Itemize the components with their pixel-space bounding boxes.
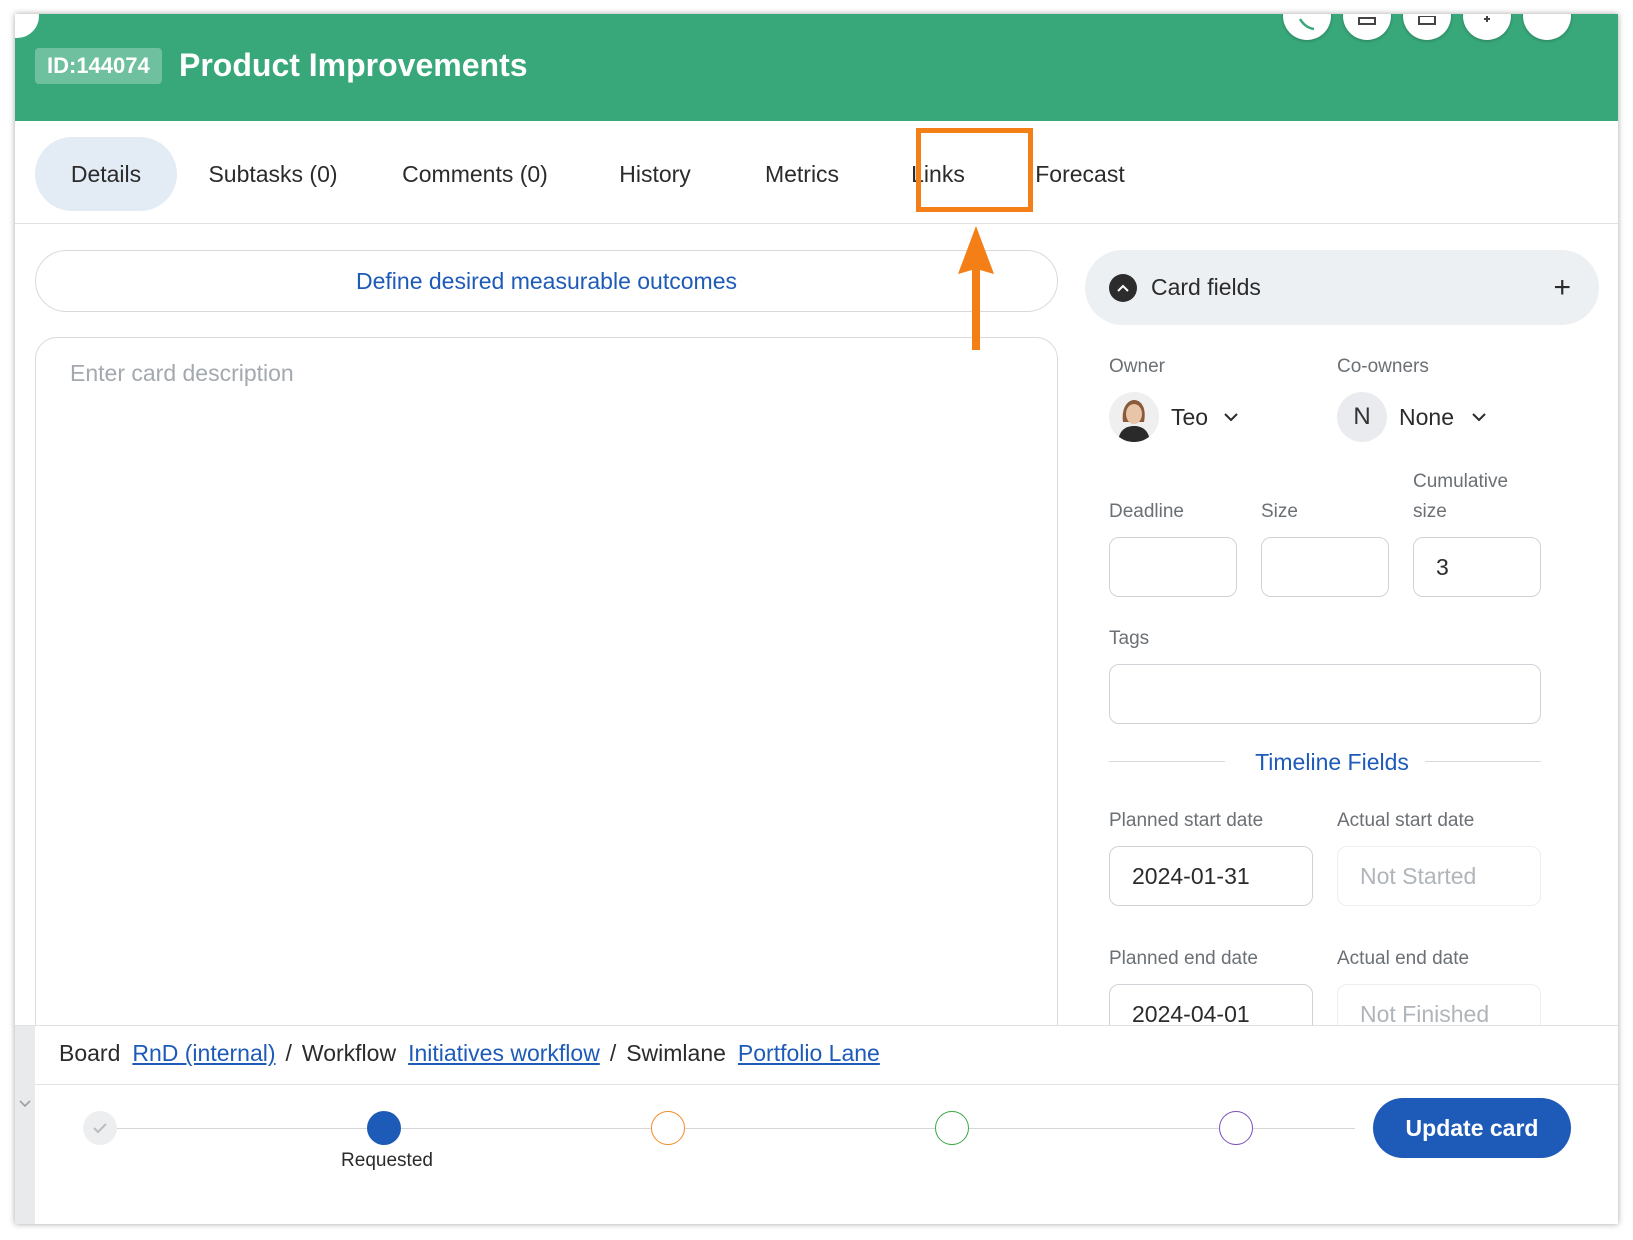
tab-subtasks[interactable]: Subtasks (0) xyxy=(199,137,347,211)
card-title[interactable]: Product Improvements xyxy=(179,44,528,86)
deadline-input[interactable] xyxy=(1109,537,1237,597)
size-input[interactable] xyxy=(1261,537,1389,597)
header-action-button[interactable] xyxy=(1283,14,1331,40)
tab-forecast[interactable]: Forecast xyxy=(1025,137,1135,211)
breadcrumb-separator: / xyxy=(609,1040,617,1066)
window-icon xyxy=(1418,16,1436,25)
chevron-down-icon xyxy=(1472,413,1486,422)
tags-label: Tags xyxy=(1109,628,1150,649)
header-action-button[interactable] xyxy=(1343,14,1391,40)
header-action-button[interactable] xyxy=(1523,14,1571,40)
timeline-fields-title: Timeline Fields xyxy=(1255,749,1409,775)
current-stage-label: Requested xyxy=(341,1150,433,1171)
planned-start-input[interactable]: 2024-01-31 xyxy=(1109,846,1313,906)
links-tab-highlight xyxy=(916,128,1033,212)
owner-label: Owner xyxy=(1109,356,1165,377)
update-card-button[interactable]: Update card xyxy=(1373,1098,1571,1158)
size-label: Size xyxy=(1261,501,1298,522)
cumulative-size-input[interactable]: 3 xyxy=(1413,537,1541,597)
tags-input[interactable] xyxy=(1109,664,1541,724)
card-header: ID:144074 Product Improvements xyxy=(15,14,1618,121)
footer-divider xyxy=(35,1084,1618,1085)
workflow-label: Workflow xyxy=(301,1040,397,1066)
card-footer: Board RnD (internal) / Workflow Initiatives … xyxy=(15,1025,1618,1224)
tab-metrics[interactable]: Metrics xyxy=(755,137,849,211)
swimlane-label: Swimlane xyxy=(626,1040,726,1066)
actual-start-label: Actual start date xyxy=(1337,810,1475,831)
header-action-button[interactable] xyxy=(1403,14,1451,40)
stage-track xyxy=(95,1128,1355,1129)
chevron-down-icon xyxy=(1224,413,1238,422)
tab-bar: Details Subtasks (0) Comments (0) Histor… xyxy=(15,121,1618,224)
coowners-value: None xyxy=(1399,404,1454,430)
stage-requested[interactable] xyxy=(367,1111,401,1145)
leaf-icon xyxy=(1298,18,1315,31)
owner-select[interactable]: Teo xyxy=(1109,392,1239,442)
card-fields-title: Card fields xyxy=(1151,274,1261,300)
check-icon xyxy=(93,1123,107,1134)
planned-end-label: Planned end date xyxy=(1109,948,1258,969)
coowners-label: Co-owners xyxy=(1337,356,1429,377)
actual-start-input: Not Started xyxy=(1337,846,1541,906)
arrow-up-icon xyxy=(958,226,994,350)
tab-history[interactable]: History xyxy=(607,137,703,211)
breadcrumb-separator: / xyxy=(285,1040,292,1066)
stage-purple[interactable] xyxy=(1219,1111,1253,1145)
timeline-divider-right xyxy=(1425,761,1541,762)
chevron-down-icon xyxy=(19,1100,31,1108)
cumulative-size-label-line2: size xyxy=(1413,501,1447,522)
actual-end-label: Actual end date xyxy=(1337,948,1470,969)
planned-start-label: Planned start date xyxy=(1109,810,1264,831)
tab-details[interactable]: Details xyxy=(35,137,177,211)
define-outcomes-button[interactable]: Define desired measurable outcomes xyxy=(35,250,1058,312)
footer-collapse-strip[interactable] xyxy=(15,1026,35,1224)
owner-avatar xyxy=(1109,392,1159,442)
card-fields-header[interactable]: Card fields + xyxy=(1085,250,1599,325)
card-description-input[interactable]: Enter card description xyxy=(35,337,1058,1077)
chevron-up-icon[interactable] xyxy=(1109,274,1137,302)
card-id-badge: ID:144074 xyxy=(35,48,162,84)
header-corner-button[interactable] xyxy=(15,14,39,38)
stage-orange[interactable] xyxy=(651,1111,685,1145)
board-link[interactable]: RnD (internal) xyxy=(132,1040,275,1066)
tab-comments[interactable]: Comments (0) xyxy=(393,137,557,211)
plus-icon[interactable]: + xyxy=(1553,250,1571,325)
coowners-avatar: N xyxy=(1337,392,1387,442)
header-action-button[interactable] xyxy=(1463,14,1511,40)
archive-icon xyxy=(1358,17,1376,25)
card-details-window: ID:144074 Product Improvements Details S… xyxy=(15,14,1618,1224)
coowners-select[interactable]: N None xyxy=(1337,392,1487,442)
timeline-divider-left xyxy=(1109,761,1225,762)
breadcrumb: Board RnD (internal) / Workflow Initiatives … xyxy=(59,1030,880,1076)
cumulative-size-label-line1: Cumulative xyxy=(1413,471,1509,492)
board-label: Board xyxy=(59,1040,121,1066)
swimlane-link[interactable]: Portfolio Lane xyxy=(738,1040,880,1066)
workflow-link[interactable]: Initiatives workflow xyxy=(408,1040,600,1066)
add-icon xyxy=(1484,16,1490,22)
owner-name: Teo xyxy=(1171,404,1209,430)
deadline-label: Deadline xyxy=(1109,501,1184,522)
stage-green[interactable] xyxy=(935,1111,969,1145)
stage-done[interactable] xyxy=(83,1111,117,1145)
